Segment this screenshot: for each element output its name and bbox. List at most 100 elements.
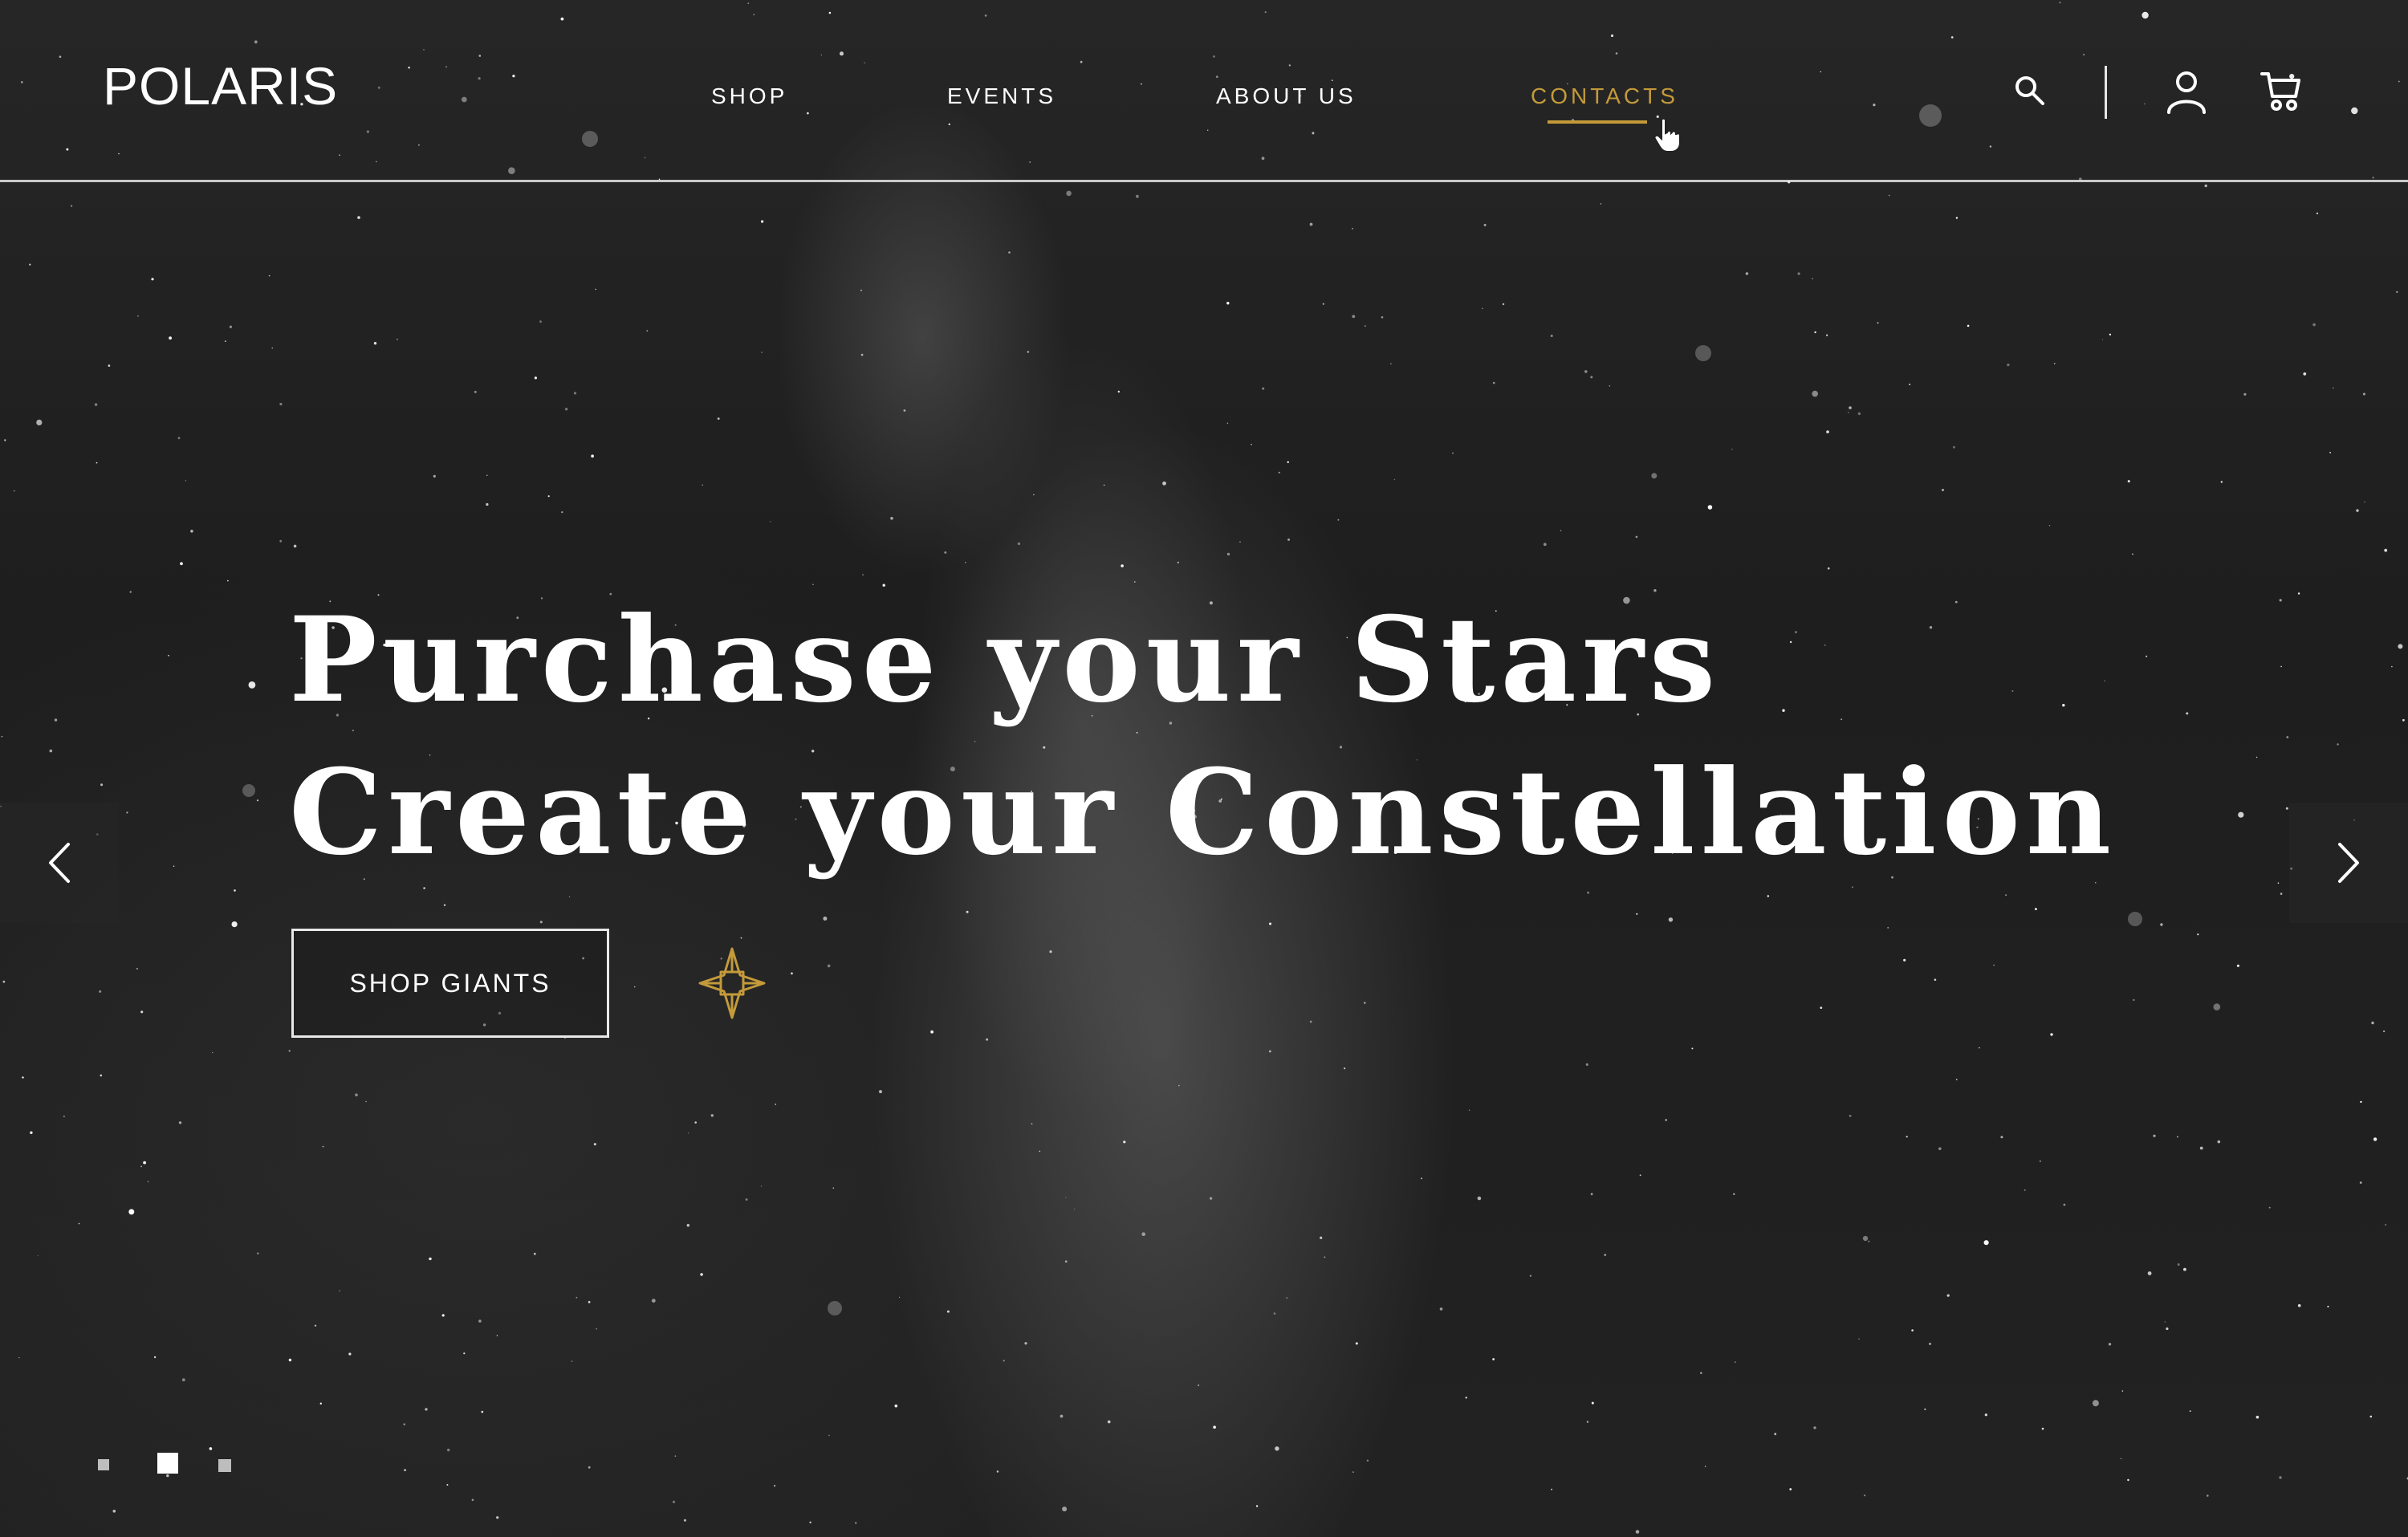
star-dot xyxy=(1707,505,1713,510)
star-dot xyxy=(181,1378,185,1382)
star-dot xyxy=(30,1131,33,1134)
star-glow xyxy=(828,1301,842,1315)
star-dot xyxy=(2236,964,2239,967)
star-dot xyxy=(1909,384,1911,385)
star-dot xyxy=(1031,1123,1033,1124)
star-dot xyxy=(710,1114,714,1117)
star-dot xyxy=(71,205,73,207)
star-dot xyxy=(1587,891,1590,894)
star-dot xyxy=(49,749,53,753)
star-dot xyxy=(944,551,947,554)
star-dot xyxy=(1609,384,1611,387)
star-dot xyxy=(1121,564,1124,567)
star-dot xyxy=(1268,1050,1271,1053)
star-dot xyxy=(2207,1494,2209,1497)
star-dot xyxy=(1560,530,1562,531)
star-dot xyxy=(1864,1494,1866,1497)
search-icon[interactable] xyxy=(2010,71,2050,111)
star-dot xyxy=(1745,272,1749,275)
hero-headline-line-2: Create your Constellation xyxy=(289,744,2117,881)
star-dot xyxy=(446,1484,449,1486)
star-dot xyxy=(190,530,193,533)
star-dot xyxy=(100,783,104,787)
star-dot xyxy=(1906,1136,1908,1138)
star-dot xyxy=(1767,895,1769,897)
star-dot xyxy=(471,1498,474,1502)
star-dot xyxy=(443,904,446,906)
star-dot xyxy=(1983,1240,1989,1246)
star-glow xyxy=(1695,345,1711,361)
user-icon[interactable] xyxy=(2164,69,2209,114)
star-dot xyxy=(1073,1208,1076,1210)
star-dot xyxy=(1393,478,1396,481)
star-dot xyxy=(1585,1063,1588,1066)
star-dot xyxy=(1287,461,1289,463)
star-dot xyxy=(966,910,969,913)
carousel-dot-3[interactable] xyxy=(218,1459,231,1472)
star-dot xyxy=(2197,933,2199,936)
shop-giants-button[interactable]: SHOP GIANTS xyxy=(291,929,609,1038)
star-dot xyxy=(128,1209,135,1215)
star-dot xyxy=(879,1090,882,1094)
star-dot xyxy=(13,490,15,492)
star-dot xyxy=(2177,1136,2178,1138)
star-dot xyxy=(227,579,229,582)
star-dot xyxy=(1439,1307,1443,1311)
star-dot xyxy=(1820,1006,1823,1009)
star-dot xyxy=(809,1521,811,1524)
star-dot xyxy=(433,474,436,478)
star-dot xyxy=(823,917,828,921)
hero-headline-line-1: Purchase your Stars xyxy=(289,592,1722,729)
star-dot xyxy=(288,1358,292,1362)
nav-item-about-us[interactable]: ABOUT US xyxy=(1216,83,1357,109)
star-dot xyxy=(1273,1312,1276,1315)
star-dot xyxy=(1651,473,1658,479)
star-dot xyxy=(2127,480,2130,483)
star-dot xyxy=(1468,1109,1470,1111)
star-dot xyxy=(248,681,256,689)
nav-item-contacts[interactable]: CONTACTS xyxy=(1531,83,1678,109)
star-dot xyxy=(2147,1271,2152,1275)
star-dot xyxy=(2092,1400,2099,1407)
logo[interactable]: POLARIS xyxy=(103,59,338,112)
star-dot xyxy=(429,1257,432,1261)
cart-icon[interactable] xyxy=(2259,69,2304,114)
star-dot xyxy=(1049,950,1052,954)
star-dot xyxy=(700,1273,703,1276)
star-dot xyxy=(539,921,543,924)
star-dot xyxy=(136,968,138,970)
star-dot xyxy=(1060,1414,1064,1418)
star-dot xyxy=(1665,1119,1667,1121)
star-dot xyxy=(2329,452,2332,453)
star-dot xyxy=(212,1051,214,1054)
star-dot xyxy=(1003,1360,1005,1362)
star-dot xyxy=(1731,449,1733,450)
star-dot xyxy=(1551,1488,1552,1490)
star-dot xyxy=(740,937,742,939)
star-dot xyxy=(2189,1410,2191,1412)
star-dot xyxy=(112,1510,116,1513)
carousel-dot-2-active[interactable] xyxy=(157,1453,178,1474)
star-dot xyxy=(140,1010,144,1014)
star-dot xyxy=(2217,1140,2221,1144)
carousel-next-button[interactable] xyxy=(2289,803,2408,923)
star-dot xyxy=(4,439,6,441)
star-dot xyxy=(2146,655,2148,657)
carousel-dot-1[interactable] xyxy=(98,1459,109,1470)
star-glow xyxy=(242,784,255,797)
active-nav-underline xyxy=(1548,120,1647,124)
carousel-prev-button[interactable] xyxy=(0,803,119,923)
nav-item-shop[interactable]: SHOP xyxy=(711,83,787,109)
star-dot xyxy=(903,409,906,412)
star-dot xyxy=(860,353,864,356)
star-dot xyxy=(1421,1177,1422,1180)
star-dot xyxy=(425,1408,428,1411)
nav-item-events[interactable]: EVENTS xyxy=(947,83,1056,109)
star-dot xyxy=(1198,1385,1200,1386)
star-dot xyxy=(1929,1342,1931,1345)
star-dot xyxy=(1477,1196,1482,1201)
star-dot xyxy=(593,1143,596,1146)
star-dot xyxy=(2327,1305,2329,1307)
star-dot xyxy=(1309,222,1313,226)
star-dot xyxy=(591,454,594,458)
